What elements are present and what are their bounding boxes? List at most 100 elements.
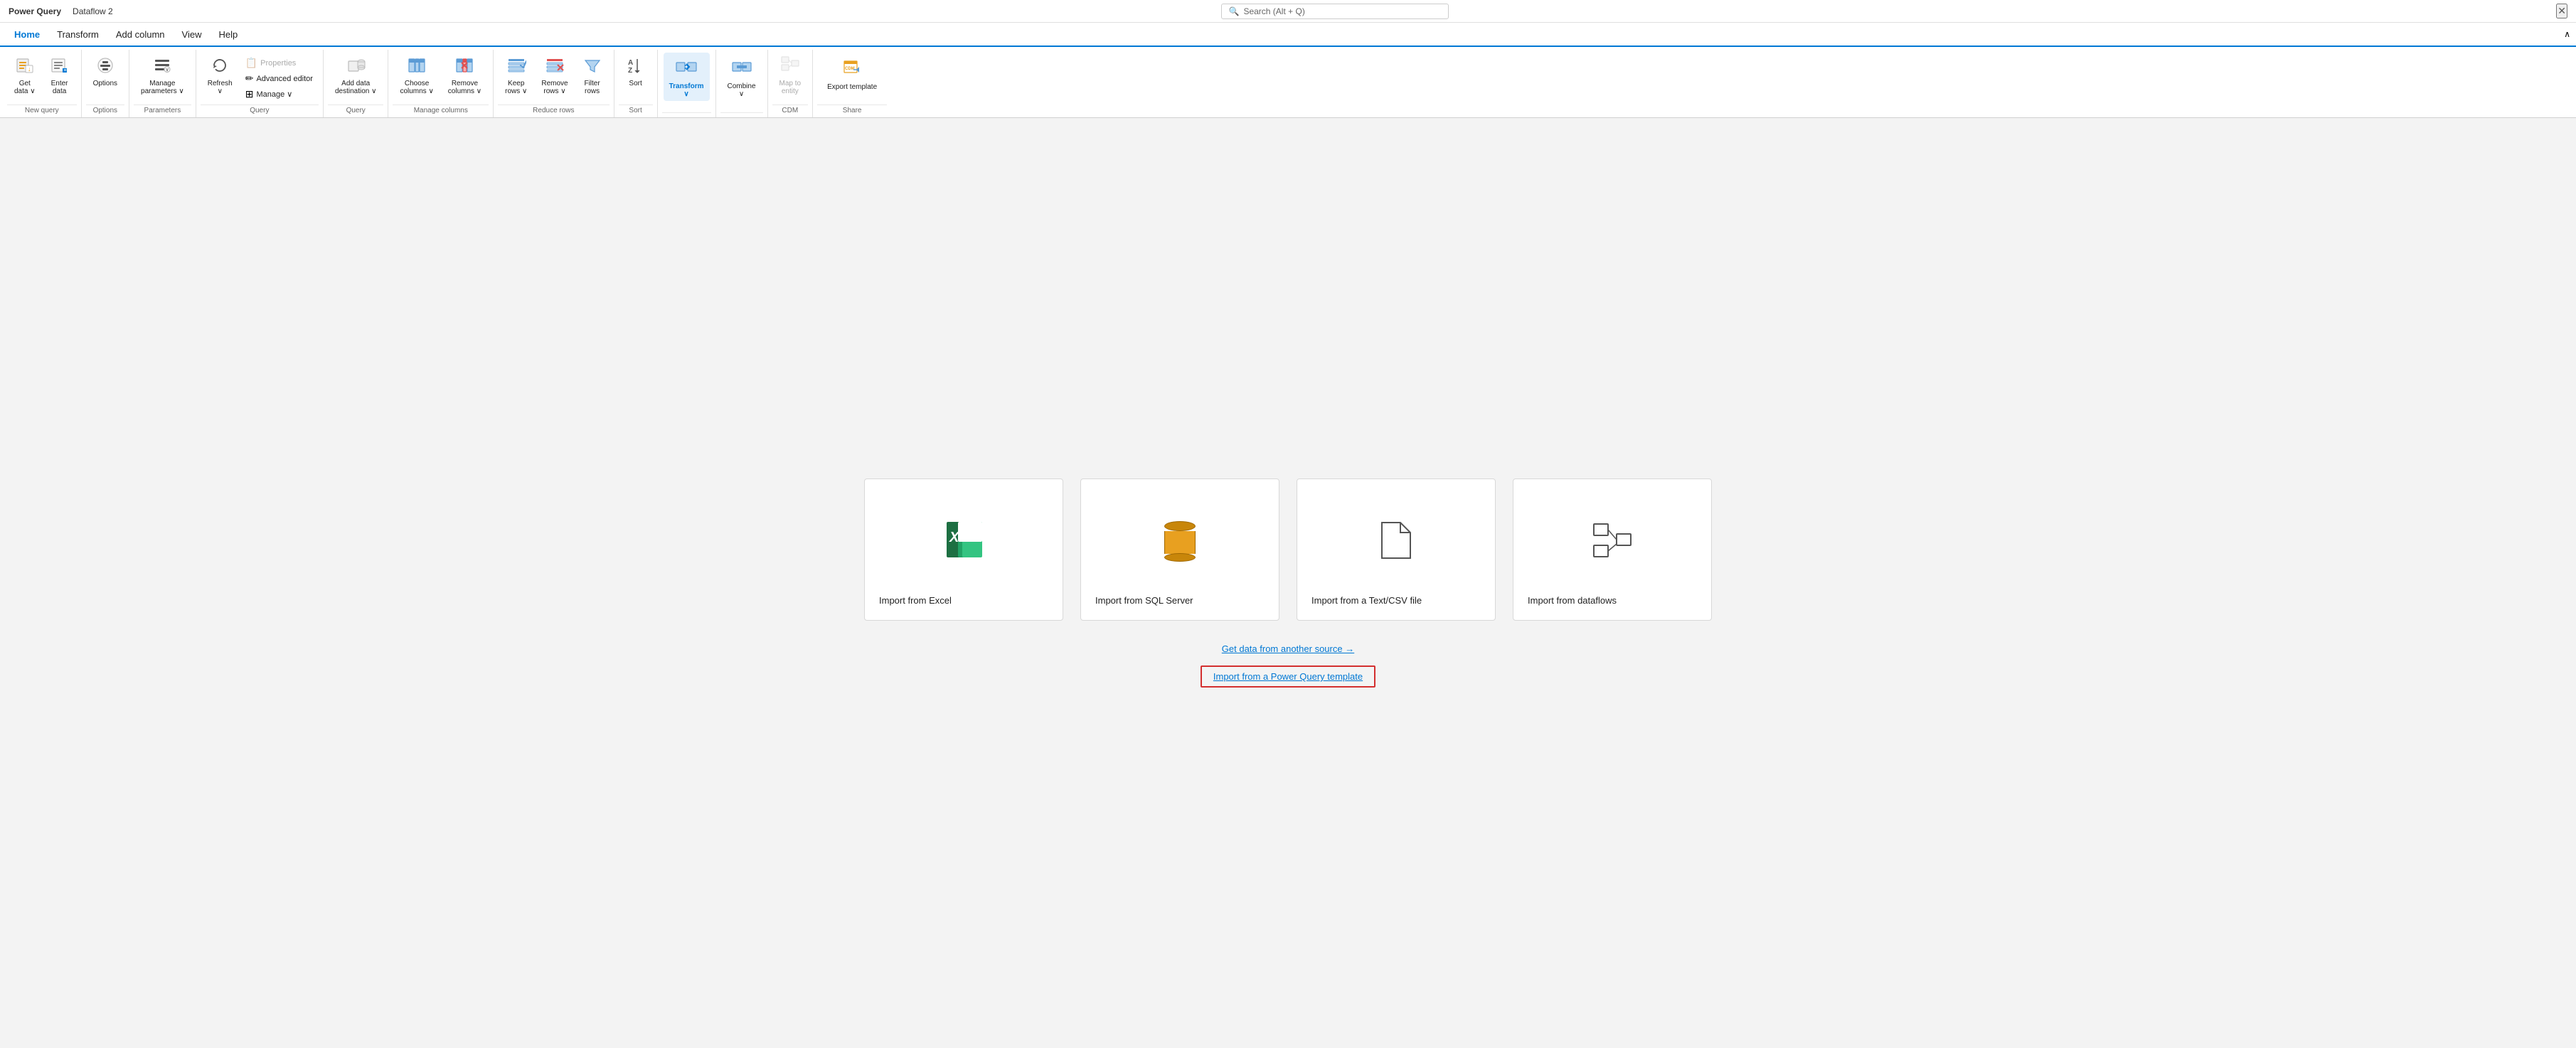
svg-text:Z: Z xyxy=(628,67,632,75)
ribbon-group-reduce-rows: Keeprows ∨ Removerows ∨ xyxy=(494,50,614,117)
links-area: Get data from another source → Import fr… xyxy=(1201,643,1375,688)
import-template-link[interactable]: Import from a Power Query template xyxy=(1201,665,1375,688)
ribbon-group-parameters-label: Parameters xyxy=(134,105,191,116)
main-content: X Import from Excel Import from SQL Serv… xyxy=(0,118,2576,1048)
excel-icon: X xyxy=(941,519,986,565)
transform-button[interactable]: Transform∨ xyxy=(664,53,710,101)
sort-label: Sort xyxy=(629,80,642,87)
ribbon-collapse-button[interactable]: ∧ xyxy=(2564,29,2570,39)
ribbon-group-destination: Add datadestination ∨ Query xyxy=(324,50,388,117)
enter-data-button[interactable]: ≡ Enterdata xyxy=(44,53,75,98)
doc-title: Dataflow 2 xyxy=(73,6,113,16)
title-bar-left: Power Query Dataflow 2 xyxy=(9,6,113,16)
svg-text:↓: ↓ xyxy=(28,65,31,73)
svg-text:A: A xyxy=(628,59,633,67)
app-title: Power Query xyxy=(9,6,61,16)
ribbon-group-combine: Combine∨ xyxy=(716,50,768,117)
import-excel-card[interactable]: X Import from Excel xyxy=(864,478,1063,621)
ribbon-group-sort: A Z Sort Sort xyxy=(614,50,658,117)
add-data-destination-icon xyxy=(346,55,366,78)
ribbon-group-manage-columns-label: Manage columns xyxy=(393,105,489,116)
menu-bar: Home Transform Add column View Help ∧ xyxy=(0,23,2576,47)
ribbon-group-transform: Transform∨ xyxy=(658,50,716,117)
export-template-button[interactable]: CDM Export template xyxy=(819,53,885,95)
sort-button[interactable]: A Z Sort xyxy=(620,53,651,90)
advanced-editor-button[interactable]: ✏ Advanced editor xyxy=(241,71,317,86)
ribbon-group-new-query-label: New query xyxy=(7,105,77,116)
ribbon-group-cdm-label: CDM xyxy=(772,105,809,116)
ribbon-group-cdm-content: Map toentity xyxy=(772,50,809,105)
properties-label: Properties xyxy=(260,59,296,68)
get-data-another-source-link[interactable]: Get data from another source → xyxy=(1222,643,1354,654)
ribbon-group-combine-label xyxy=(720,112,763,116)
menu-view[interactable]: View xyxy=(174,23,211,46)
file-icon xyxy=(1380,521,1412,562)
dataflows-icon-area xyxy=(1528,493,1697,589)
transform-label: Transform∨ xyxy=(669,82,704,98)
filter-rows-button[interactable]: Filterrows xyxy=(577,53,608,98)
transform-icon xyxy=(675,55,698,81)
ribbon-group-share: CDM Export template Share xyxy=(813,50,891,117)
get-data-label: Getdata ∨ xyxy=(14,80,36,95)
refresh-button[interactable]: Refresh∨ xyxy=(202,53,238,98)
get-data-button[interactable]: ↓ Getdata ∨ xyxy=(9,53,41,98)
dataflows-card-label: Import from dataflows xyxy=(1528,595,1617,606)
get-data-icon: ↓ xyxy=(15,55,35,78)
menu-help[interactable]: Help xyxy=(210,23,246,46)
ribbon-group-options-label: Options xyxy=(86,105,124,116)
properties-button[interactable]: 📋 Properties xyxy=(241,55,317,70)
choose-columns-button[interactable]: Choosecolumns ∨ xyxy=(394,53,439,98)
import-textcsv-card[interactable]: Import from a Text/CSV file xyxy=(1297,478,1496,621)
import-dataflows-card[interactable]: Import from dataflows xyxy=(1513,478,1712,621)
ribbon-group-destination-content: Add datadestination ∨ xyxy=(328,50,383,105)
manage-button[interactable]: ⊞ Manage ∨ xyxy=(241,87,317,102)
sql-icon xyxy=(1164,521,1196,562)
ribbon: ↓ Getdata ∨ ≡ Enterdata xyxy=(0,47,2576,118)
ribbon-group-manage-columns: Choosecolumns ∨ Removecolumns ∨ xyxy=(388,50,494,117)
export-template-icon: CDM xyxy=(842,57,862,79)
menu-home[interactable]: Home xyxy=(6,23,48,47)
ribbon-group-destination-label: Query xyxy=(328,105,383,116)
query-small-buttons: 📋 Properties ✏ Advanced editor ⊞ Manage … xyxy=(241,53,317,102)
manage-icon: ⊞ xyxy=(245,88,254,100)
ribbon-group-reduce-rows-content: Keeprows ∨ Removerows ∨ xyxy=(498,50,609,105)
remove-columns-button[interactable]: Removecolumns ∨ xyxy=(442,53,487,98)
add-data-destination-button[interactable]: Add datadestination ∨ xyxy=(329,53,382,98)
sql-icon-area xyxy=(1095,493,1265,589)
manage-parameters-button[interactable]: ∨ Manageparameters ∨ xyxy=(135,53,190,98)
map-to-entity-label: Map toentity xyxy=(779,80,802,95)
ribbon-group-transform-content: Transform∨ xyxy=(662,50,711,112)
enter-data-icon: ≡ xyxy=(50,55,70,78)
ribbon-group-query-content: Refresh∨ 📋 Properties ✏ Advanced editor … xyxy=(201,50,319,105)
ribbon-group-sort-label: Sort xyxy=(619,105,653,116)
search-box[interactable]: 🔍 Search (Alt + Q) xyxy=(1221,4,1449,19)
close-button[interactable]: ✕ xyxy=(2556,4,2567,18)
keep-rows-button[interactable]: Keeprows ∨ xyxy=(499,53,533,98)
ribbon-group-parameters-content: ∨ Manageparameters ∨ xyxy=(134,50,191,105)
remove-rows-button[interactable]: Removerows ∨ xyxy=(536,53,573,98)
filter-rows-label: Filterrows xyxy=(584,80,600,95)
combine-button[interactable]: Combine∨ xyxy=(722,53,762,101)
sql-card-label: Import from SQL Server xyxy=(1095,595,1193,606)
menu-transform[interactable]: Transform xyxy=(48,23,107,46)
ribbon-group-parameters: ∨ Manageparameters ∨ Parameters xyxy=(129,50,196,117)
remove-rows-icon xyxy=(545,55,565,78)
ribbon-group-new-query: ↓ Getdata ∨ ≡ Enterdata xyxy=(3,50,82,117)
ribbon-group-reduce-rows-label: Reduce rows xyxy=(498,105,609,116)
map-to-entity-button[interactable]: Map toentity xyxy=(774,53,807,98)
search-placeholder: Search (Alt + Q) xyxy=(1243,6,1304,16)
menu-add-column[interactable]: Add column xyxy=(107,23,174,46)
ribbon-group-share-label: Share xyxy=(817,105,887,116)
import-sql-card[interactable]: Import from SQL Server xyxy=(1080,478,1279,621)
options-button[interactable]: Options xyxy=(87,53,123,90)
add-data-destination-label: Add datadestination ∨ xyxy=(335,80,376,95)
excel-icon-area: X xyxy=(879,493,1048,589)
ribbon-group-combine-content: Combine∨ xyxy=(720,50,763,112)
combine-icon xyxy=(730,55,753,81)
ribbon-group-sort-content: A Z Sort xyxy=(619,50,653,105)
svg-text:∨: ∨ xyxy=(166,68,169,73)
keep-rows-label: Keeprows ∨ xyxy=(505,80,527,95)
enter-data-label: Enterdata xyxy=(51,80,68,95)
map-to-entity-icon xyxy=(780,55,800,78)
svg-text:≡: ≡ xyxy=(63,68,66,73)
